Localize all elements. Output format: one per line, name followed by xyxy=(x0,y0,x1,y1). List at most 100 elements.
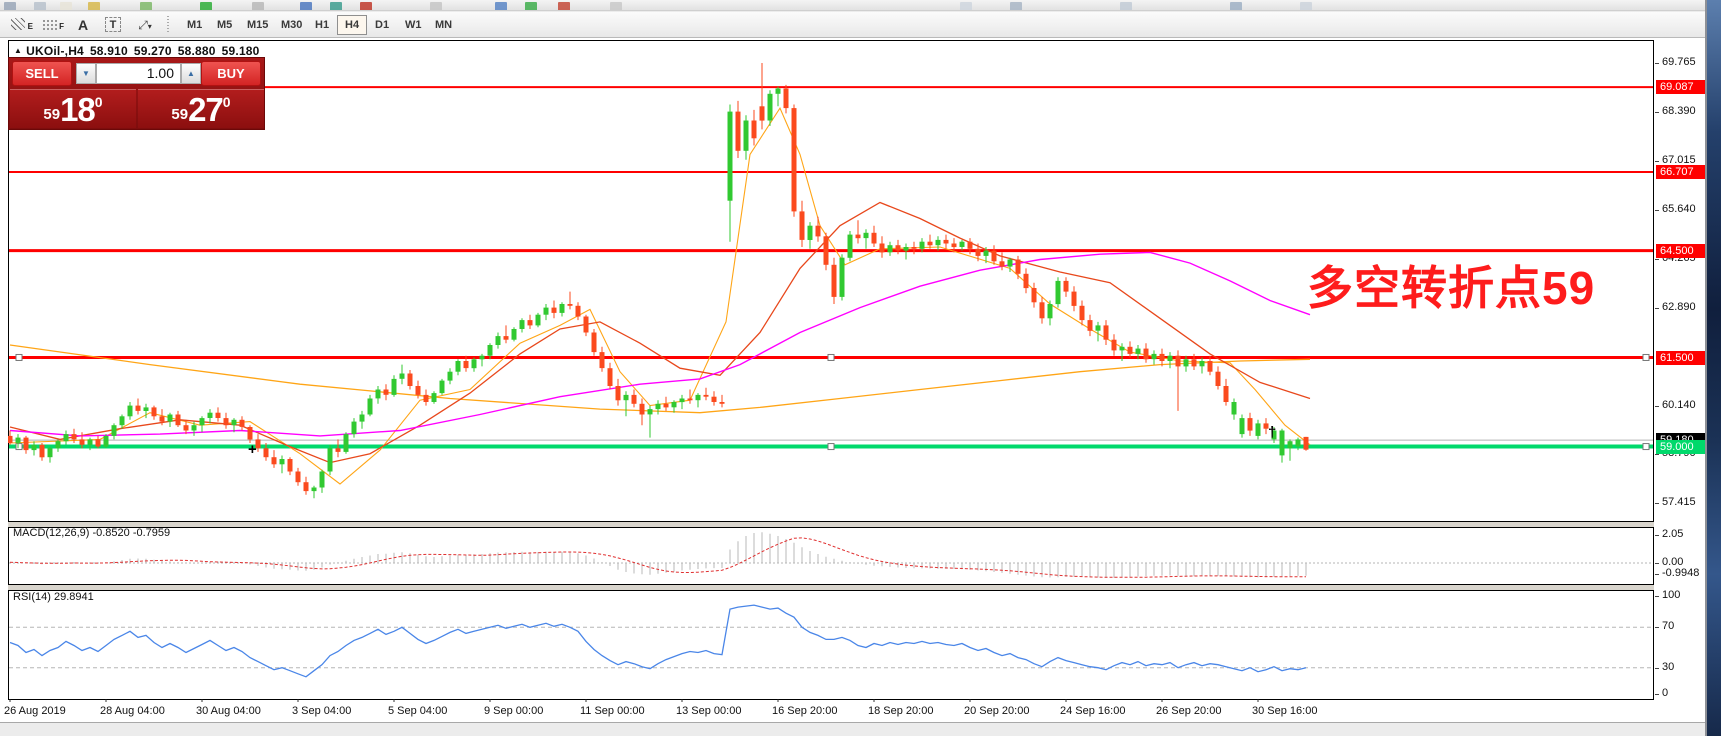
time-axis-label: 30 Aug 04:00 xyxy=(196,705,261,717)
price-axis-label: 30 xyxy=(1662,661,1674,673)
toolbar-icon-fragment xyxy=(1120,2,1132,11)
toolbar-icon-fragment xyxy=(1230,2,1242,11)
timeframe-button-m1[interactable]: M1 xyxy=(179,15,210,35)
sell-price-sup: 0 xyxy=(95,94,103,110)
ohlc-open: 58.910 xyxy=(90,44,128,58)
axis-tick xyxy=(1655,259,1659,260)
timeframe-button-w1[interactable]: W1 xyxy=(397,15,430,35)
buy-price-display[interactable]: 59270 xyxy=(138,89,264,128)
axis-tick xyxy=(1655,161,1659,162)
price-level-chip: 64.500 xyxy=(1656,244,1706,258)
toolbar-icon-fragment xyxy=(960,2,972,11)
chart-window: +† ▲UKOil-,H458.91059.27058.88059.180 SE… xyxy=(0,38,1707,722)
toolbar-icon-fragment xyxy=(88,2,100,11)
price-axis-label: 65.640 xyxy=(1662,203,1696,215)
price-level-chip: 61.500 xyxy=(1656,351,1706,365)
price-axis-label: 60.140 xyxy=(1662,399,1696,411)
time-axis-label: 30 Sep 16:00 xyxy=(1252,705,1317,717)
time-axis-label: 28 Aug 04:00 xyxy=(100,705,165,717)
buy-price-big: 27 xyxy=(188,91,223,128)
price-axis-label: 100 xyxy=(1662,589,1680,601)
ohlc-high: 59.270 xyxy=(134,44,172,58)
price-level-chip: 66.707 xyxy=(1656,165,1706,179)
toolbar-separator xyxy=(167,16,172,34)
symbol-timeframe: UKOil-,H4 xyxy=(26,44,84,58)
axis-tick xyxy=(1655,563,1659,564)
price-axis-label: 2.05 xyxy=(1662,528,1683,540)
axis-tick xyxy=(1655,210,1659,211)
timeframe-button-d1[interactable]: D1 xyxy=(367,15,397,35)
time-axis-label: 16 Sep 20:00 xyxy=(772,705,837,717)
macd-indicator-label: MACD(12,26,9) -0.8520 -0.7959 xyxy=(13,527,170,539)
toolbar-icon-fragment xyxy=(1010,2,1022,11)
sell-button[interactable]: SELL xyxy=(12,61,72,86)
timeframe-button-h1[interactable]: H1 xyxy=(307,15,337,35)
axis-tick xyxy=(1655,535,1659,536)
candlestick-chart[interactable]: +† xyxy=(8,40,1655,702)
time-axis-label: 5 Sep 04:00 xyxy=(388,705,447,717)
time-axis-label: 18 Sep 20:00 xyxy=(868,705,933,717)
timeframe-button-h4[interactable]: H4 xyxy=(337,15,367,35)
fibo-grid-icon[interactable]: F xyxy=(39,15,65,35)
time-axis[interactable]: 26 Aug 2019 28 Aug 04:00 30 Aug 04:00 3 Sep… xyxy=(0,702,1655,722)
axis-tick xyxy=(1655,574,1659,575)
volume-input[interactable]: 1.00 xyxy=(96,63,181,84)
clipped-upper-toolbar xyxy=(0,0,1707,11)
chinese-annotation: 多空转折点59 xyxy=(1307,252,1595,318)
equidistant-channel-icon[interactable]: E xyxy=(8,15,34,35)
axis-tick xyxy=(1655,694,1659,695)
buy-button[interactable]: BUY xyxy=(201,61,261,86)
axis-tick xyxy=(1655,454,1659,455)
sell-price-display[interactable]: 59180 xyxy=(10,89,136,128)
axis-tick xyxy=(1655,596,1659,597)
toolbar-icon-fragment xyxy=(430,2,442,11)
price-axis-label: -0.9948 xyxy=(1662,567,1699,579)
toolbar-icon-fragment xyxy=(34,2,46,11)
axis-tick xyxy=(1655,627,1659,628)
time-axis-label: 26 Sep 20:00 xyxy=(1156,705,1221,717)
buy-price-sup: 0 xyxy=(223,94,231,110)
collapse-triangle-icon[interactable]: ▲ xyxy=(14,46,22,55)
price-axis[interactable]: 69.76568.39067.01565.64064.26562.89060.1… xyxy=(1655,38,1707,722)
axis-tick xyxy=(1655,503,1659,504)
text-box-icon[interactable]: T xyxy=(101,15,127,35)
toolbar-icon-fragment xyxy=(558,2,570,11)
price-level-chip: 59.000 xyxy=(1656,440,1706,454)
text-label-icon[interactable]: A xyxy=(70,15,96,35)
svg-text:+: + xyxy=(248,441,257,458)
toolbar-icon-fragment xyxy=(330,2,342,11)
time-axis-label: 26 Aug 2019 xyxy=(4,705,66,717)
toolbar-icon-fragment xyxy=(140,2,152,11)
volume-decrease-button[interactable]: ▼ xyxy=(76,63,96,84)
window-bottom-edge xyxy=(0,722,1707,736)
toolbar-icon-fragment xyxy=(252,2,264,11)
axis-tick xyxy=(1655,406,1659,407)
time-axis-label: 20 Sep 20:00 xyxy=(964,705,1029,717)
toolbar-icon-fragment xyxy=(1300,2,1312,11)
toolbar-icon-fragment xyxy=(610,2,622,11)
rsi-indicator-label: RSI(14) 29.8941 xyxy=(13,591,94,603)
arrow-objects-icon[interactable]: ⤢▾ xyxy=(132,15,158,35)
axis-tick xyxy=(1655,112,1659,113)
ohlc-low: 58.880 xyxy=(178,44,216,58)
time-axis-label: 3 Sep 04:00 xyxy=(292,705,351,717)
application-window: EFAT⤢▾ M1M5M15M30H1H4D1W1MN +† ▲ UKOil-,H4… xyxy=(0,0,1721,736)
one-click-trading-widget: SELL ▼ 1.00 ▲ BUY 59180 59270 xyxy=(8,57,265,130)
timeframe-button-m30[interactable]: M30 xyxy=(273,15,310,35)
time-axis-label: 11 Sep 00:00 xyxy=(580,705,645,717)
toolbar-icon-fragment xyxy=(300,2,312,11)
toolbar-icon-fragment xyxy=(525,2,537,11)
time-axis-label: 9 Sep 00:00 xyxy=(484,705,543,717)
timeframe-button-m15[interactable]: M15 xyxy=(239,15,276,35)
timeframe-button-mn[interactable]: MN xyxy=(427,15,460,35)
price-level-chip: 69.087 xyxy=(1656,80,1706,94)
price-axis-label: 0 xyxy=(1662,687,1668,699)
axis-tick xyxy=(1655,668,1659,669)
volume-increase-button[interactable]: ▲ xyxy=(181,63,201,84)
axis-tick xyxy=(1655,63,1659,64)
buy-price-small: 59 xyxy=(171,106,188,123)
price-axis-label: 68.390 xyxy=(1662,105,1696,117)
sell-price-small: 59 xyxy=(43,106,60,123)
price-axis-label: 62.890 xyxy=(1662,301,1696,313)
timeframe-button-m5[interactable]: M5 xyxy=(209,15,240,35)
